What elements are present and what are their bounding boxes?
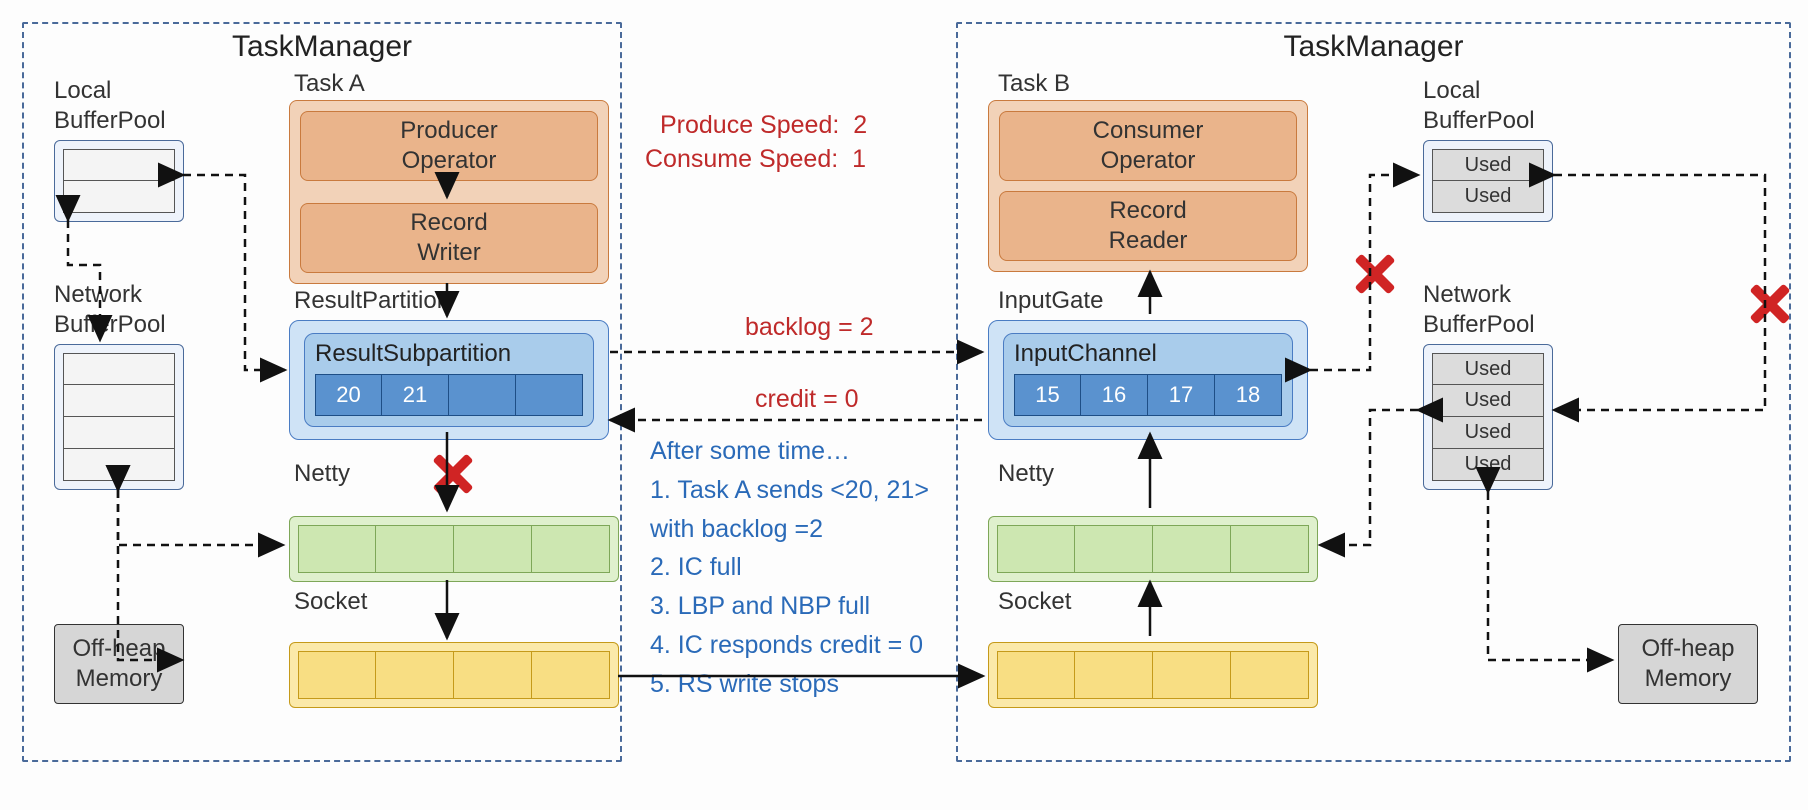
- consumer-operator: Consumer Operator: [999, 111, 1297, 181]
- ic-cell: 15: [1014, 374, 1081, 416]
- netty-left-label: Netty: [294, 459, 350, 489]
- consume-speed: Consume Speed: 1: [645, 140, 866, 179]
- input-gate: InputChannel 15 16 17 18: [988, 320, 1308, 440]
- result-subpartition: ResultSubpartition 20 21: [304, 333, 594, 427]
- network-bufferpool-right: Used Used Used Used: [1423, 344, 1553, 490]
- ic-cell: 17: [1148, 374, 1215, 416]
- tm-left-title: TaskManager: [232, 30, 412, 64]
- nbp-right-slot: Used: [1432, 449, 1544, 481]
- input-channel: InputChannel 15 16 17 18: [1003, 333, 1293, 427]
- nbp-right-slot: Used: [1432, 417, 1544, 449]
- backlog-label: backlog = 2: [745, 308, 874, 347]
- network-bufferpool-left: [54, 344, 184, 490]
- lbp-left-slot: [63, 181, 175, 213]
- record-reader: Record Reader: [999, 191, 1297, 261]
- credit-label: credit = 0: [755, 380, 859, 419]
- ic-cell: 16: [1081, 374, 1148, 416]
- nbp-left-slot: [63, 353, 175, 385]
- result-partition: ResultSubpartition 20 21: [289, 320, 609, 440]
- local-bufferpool-left: [54, 140, 184, 222]
- nbp-left-slot: [63, 385, 175, 417]
- taskmanager-right: TaskManager Task B Consumer Operator Rec…: [956, 22, 1791, 762]
- nbp-right-slot: Used: [1432, 353, 1544, 385]
- network-bufferpool-right-label: Network BufferPool: [1423, 280, 1535, 340]
- sub-cell: 20: [315, 374, 382, 416]
- input-gate-label: InputGate: [998, 286, 1103, 316]
- offheap-right: Off-heap Memory: [1618, 624, 1758, 704]
- local-bufferpool-right: Used Used: [1423, 140, 1553, 222]
- tm-right-title: TaskManager: [1283, 30, 1463, 64]
- socket-right-label: Socket: [998, 587, 1071, 617]
- record-writer: Record Writer: [300, 203, 598, 273]
- socket-right: [988, 642, 1318, 708]
- story-text: After some time… 1. Task A sends <20, 21…: [650, 432, 929, 703]
- task-b-label: Task B: [998, 69, 1070, 99]
- nbp-right-slot: Used: [1432, 385, 1544, 417]
- nbp-left-slot: [63, 449, 175, 481]
- result-subpartition-label: ResultSubpartition: [315, 340, 583, 368]
- netty-right-label: Netty: [998, 459, 1054, 489]
- sub-cell: [516, 374, 583, 416]
- socket-left-label: Socket: [294, 587, 367, 617]
- sub-cell: [449, 374, 516, 416]
- ic-cell: 18: [1215, 374, 1282, 416]
- task-b: Consumer Operator Record Reader: [988, 100, 1308, 272]
- netty-left: [289, 516, 619, 582]
- offheap-left: Off-heap Memory: [54, 624, 184, 704]
- network-bufferpool-left-label: Network BufferPool: [54, 280, 166, 340]
- lbp-right-slot: Used: [1432, 149, 1544, 181]
- task-a: Producer Operator Record Writer: [289, 100, 609, 284]
- socket-left: [289, 642, 619, 708]
- lbp-right-slot: Used: [1432, 181, 1544, 213]
- local-bufferpool-left-label: Local BufferPool: [54, 76, 166, 136]
- subpartition-cells: 20 21: [315, 374, 583, 416]
- lbp-left-slot: [63, 149, 175, 181]
- nbp-left-slot: [63, 417, 175, 449]
- task-a-label: Task A: [294, 69, 365, 99]
- input-channel-label: InputChannel: [1014, 340, 1282, 368]
- taskmanager-left: TaskManager Local BufferPool Network Buf…: [22, 22, 622, 762]
- channel-cells: 15 16 17 18: [1014, 374, 1282, 416]
- local-bufferpool-right-label: Local BufferPool: [1423, 76, 1535, 136]
- netty-right: [988, 516, 1318, 582]
- producer-operator: Producer Operator: [300, 111, 598, 181]
- result-partition-label: ResultPartition: [294, 286, 450, 316]
- sub-cell: 21: [382, 374, 449, 416]
- produce-speed: Produce Speed: 2: [660, 106, 867, 145]
